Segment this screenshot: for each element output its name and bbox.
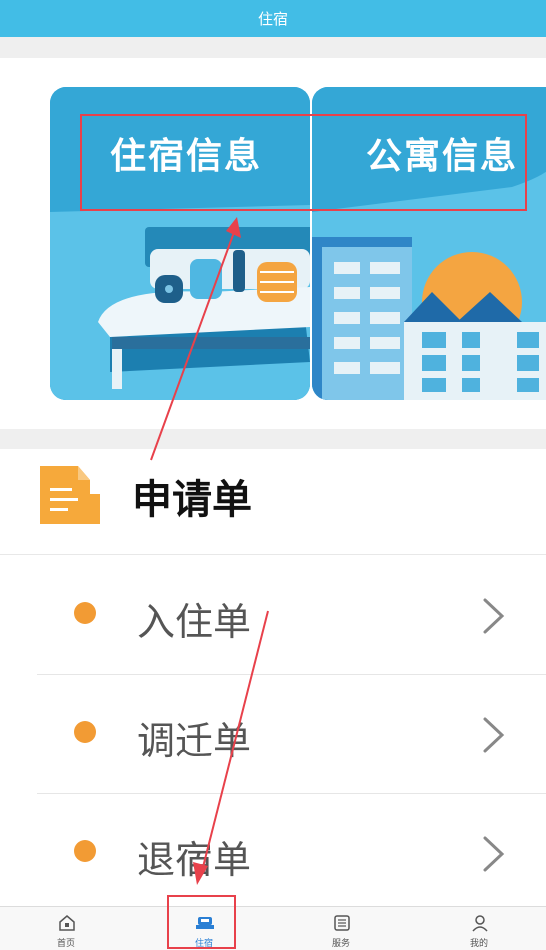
tab-service[interactable]: 服务 bbox=[311, 907, 371, 950]
list-item-label: 入住单 bbox=[137, 600, 252, 644]
chevron-right-icon bbox=[483, 836, 505, 872]
apartment-info-title: 公寓信息 bbox=[366, 136, 519, 177]
tab-label: 我的 bbox=[469, 939, 488, 949]
application-title: 申请单 bbox=[132, 477, 252, 523]
tab-mine[interactable]: 我的 bbox=[449, 907, 509, 950]
list-item-transfer[interactable]: 调迁单 bbox=[37, 674, 546, 794]
user-icon bbox=[472, 915, 488, 932]
tab-home[interactable]: 首页 bbox=[36, 907, 96, 950]
bottom-tab-bar: 首页 住宿 服务 我的 bbox=[0, 906, 546, 950]
tab-label: 服务 bbox=[331, 939, 350, 949]
tab-label: 住宿 bbox=[194, 939, 213, 949]
application-header: 申请单 bbox=[0, 449, 546, 555]
chevron-right-icon bbox=[483, 717, 505, 753]
document-icon bbox=[40, 466, 100, 524]
page-title: 住宿 bbox=[257, 10, 288, 28]
list-item-label: 退宿单 bbox=[137, 838, 252, 882]
accommodation-info-card[interactable]: 住宿信息 bbox=[50, 87, 310, 400]
spacer bbox=[0, 429, 546, 449]
top-nav-bar: 住宿 bbox=[0, 0, 546, 37]
spacer bbox=[0, 37, 546, 58]
home-icon bbox=[59, 915, 75, 931]
list-item-check-in[interactable]: 入住单 bbox=[37, 555, 546, 675]
tab-accommodation[interactable]: 住宿 bbox=[174, 907, 234, 950]
bed-icon bbox=[196, 917, 214, 929]
bullet-dot bbox=[74, 721, 96, 743]
bullet-dot bbox=[74, 840, 96, 862]
application-section: 申请单 入住单 调迁单 退宿单 bbox=[0, 449, 546, 906]
chevron-right-icon bbox=[483, 598, 505, 634]
apartment-info-card[interactable]: 公寓信息 bbox=[312, 87, 546, 400]
accommodation-info-title: 住宿信息 bbox=[110, 136, 263, 177]
tab-label: 首页 bbox=[56, 939, 75, 949]
service-list-icon bbox=[334, 915, 350, 931]
list-item-check-out[interactable]: 退宿单 bbox=[37, 793, 546, 912]
list-item-label: 调迁单 bbox=[137, 719, 252, 763]
banner-section: 住宿信息 公寓信息 bbox=[0, 58, 546, 429]
bullet-dot bbox=[74, 602, 96, 624]
